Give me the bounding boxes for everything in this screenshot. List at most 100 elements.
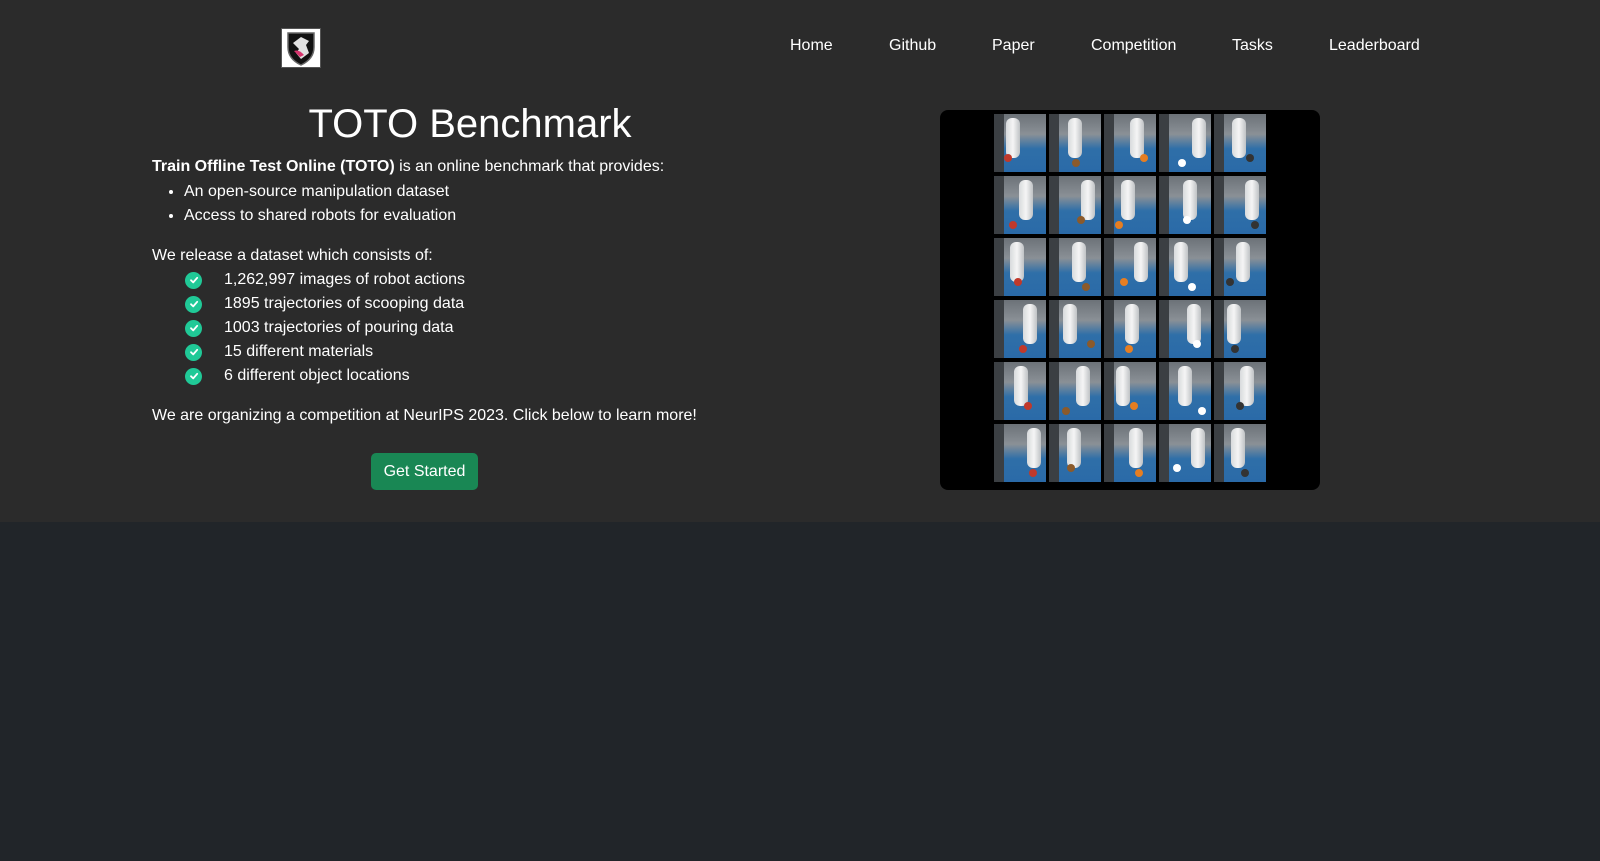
robot-arm-shape bbox=[1019, 180, 1033, 220]
logo[interactable] bbox=[281, 28, 321, 68]
robot-arm-shape bbox=[1178, 366, 1192, 406]
object-shape bbox=[1062, 407, 1070, 415]
wall-shape bbox=[1104, 424, 1114, 482]
object-shape bbox=[1135, 469, 1143, 477]
competition-text: We are organizing a competition at NeurI… bbox=[152, 407, 697, 424]
check-circle-icon bbox=[185, 367, 202, 385]
robot-frame-thumbnail bbox=[1049, 238, 1101, 296]
object-shape bbox=[1198, 407, 1206, 415]
nav-tasks[interactable]: Tasks bbox=[1232, 37, 1273, 55]
robot-frame-thumbnail bbox=[1104, 424, 1156, 482]
wall-shape bbox=[1104, 114, 1114, 172]
robot-arm-shape bbox=[1240, 366, 1254, 406]
object-shape bbox=[1019, 345, 1027, 353]
robot-arm-shape bbox=[1236, 242, 1250, 282]
robot-frame-thumbnail bbox=[1159, 176, 1211, 234]
robot-arm-shape bbox=[1192, 118, 1206, 158]
object-shape bbox=[1130, 402, 1138, 410]
wall-shape bbox=[1159, 362, 1169, 420]
robot-frame-thumbnail bbox=[1049, 176, 1101, 234]
object-shape bbox=[1082, 283, 1090, 291]
robot-frame-thumbnail bbox=[1159, 238, 1211, 296]
robot-frame-thumbnail bbox=[994, 114, 1046, 172]
wall-shape bbox=[1104, 238, 1114, 296]
dataset-item-text: 1003 trajectories of pouring data bbox=[224, 319, 454, 336]
list-item: An open-source manipulation dataset bbox=[184, 180, 456, 204]
check-circle-icon bbox=[185, 343, 202, 361]
nav-home[interactable]: Home bbox=[790, 37, 833, 55]
wall-shape bbox=[1214, 114, 1224, 172]
video-thumbnail-grid bbox=[994, 114, 1270, 486]
robot-frame-thumbnail bbox=[1159, 114, 1211, 172]
wall-shape bbox=[1049, 300, 1059, 358]
robot-frame-thumbnail bbox=[1049, 424, 1101, 482]
robot-frame-thumbnail bbox=[1104, 114, 1156, 172]
wall-shape bbox=[1104, 300, 1114, 358]
robot-frame-thumbnail bbox=[1214, 362, 1266, 420]
list-item: 1003 trajectories of pouring data bbox=[185, 316, 465, 340]
object-shape bbox=[1024, 402, 1032, 410]
shield-logo-icon bbox=[287, 32, 315, 66]
robot-frame-thumbnail bbox=[1214, 114, 1266, 172]
wall-shape bbox=[1049, 176, 1059, 234]
robot-frame-thumbnail bbox=[994, 362, 1046, 420]
wall-shape bbox=[1214, 238, 1224, 296]
object-shape bbox=[1231, 345, 1239, 353]
wall-shape bbox=[1214, 424, 1224, 482]
nav-github[interactable]: Github bbox=[889, 37, 936, 55]
object-shape bbox=[1226, 278, 1234, 286]
robot-frame-thumbnail bbox=[1159, 362, 1211, 420]
robot-video-grid[interactable] bbox=[940, 110, 1320, 490]
object-shape bbox=[1173, 464, 1181, 472]
wall-shape bbox=[994, 424, 1004, 482]
robot-arm-shape bbox=[1006, 118, 1020, 158]
robot-arm-shape bbox=[1121, 180, 1135, 220]
object-shape bbox=[1125, 345, 1133, 353]
robot-arm-shape bbox=[1068, 118, 1082, 158]
check-circle-icon bbox=[185, 319, 202, 337]
nav-leaderboard[interactable]: Leaderboard bbox=[1329, 37, 1420, 55]
list-item: 15 different materials bbox=[185, 340, 465, 364]
robot-frame-thumbnail bbox=[1049, 300, 1101, 358]
object-shape bbox=[1072, 159, 1080, 167]
robot-frame-thumbnail bbox=[1214, 176, 1266, 234]
intro-text: Train Offline Test Online (TOTO) is an o… bbox=[152, 156, 664, 178]
dataset-item-text: 6 different object locations bbox=[224, 367, 410, 384]
robot-arm-shape bbox=[1063, 304, 1077, 344]
object-shape bbox=[1246, 154, 1254, 162]
robot-frame-thumbnail bbox=[1159, 424, 1211, 482]
wall-shape bbox=[1049, 424, 1059, 482]
dataset-list: 1,262,997 images of robot actions 1895 t… bbox=[185, 268, 465, 388]
robot-arm-shape bbox=[1232, 118, 1246, 158]
object-shape bbox=[1087, 340, 1095, 348]
robot-frame-thumbnail bbox=[1049, 114, 1101, 172]
dataset-item-text: 1895 trajectories of scooping data bbox=[224, 295, 465, 312]
robot-frame-thumbnail bbox=[1104, 176, 1156, 234]
robot-arm-shape bbox=[1129, 428, 1143, 468]
wall-shape bbox=[1104, 362, 1114, 420]
nav-competition[interactable]: Competition bbox=[1091, 37, 1176, 55]
check-circle-icon bbox=[185, 295, 202, 313]
wall-shape bbox=[1214, 362, 1224, 420]
wall-shape bbox=[1214, 176, 1224, 234]
robot-arm-shape bbox=[1067, 428, 1081, 468]
page-title: TOTO Benchmark bbox=[308, 102, 632, 146]
robot-frame-thumbnail bbox=[1214, 424, 1266, 482]
object-shape bbox=[1014, 278, 1022, 286]
wall-shape bbox=[1049, 238, 1059, 296]
robot-frame-thumbnail bbox=[1214, 300, 1266, 358]
robot-frame-thumbnail bbox=[1104, 300, 1156, 358]
nav-paper[interactable]: Paper bbox=[992, 37, 1035, 55]
wall-shape bbox=[994, 300, 1004, 358]
page-body bbox=[0, 522, 1600, 861]
robot-arm-shape bbox=[1076, 366, 1090, 406]
robot-arm-shape bbox=[1116, 366, 1130, 406]
robot-frame-thumbnail bbox=[994, 176, 1046, 234]
robot-frame-thumbnail bbox=[1049, 362, 1101, 420]
wall-shape bbox=[994, 238, 1004, 296]
robot-arm-shape bbox=[1014, 366, 1028, 406]
robot-frame-thumbnail bbox=[1159, 300, 1211, 358]
object-shape bbox=[1188, 283, 1196, 291]
intro-bold: Train Offline Test Online (TOTO) bbox=[152, 158, 395, 175]
get-started-button[interactable]: Get Started bbox=[371, 453, 478, 490]
